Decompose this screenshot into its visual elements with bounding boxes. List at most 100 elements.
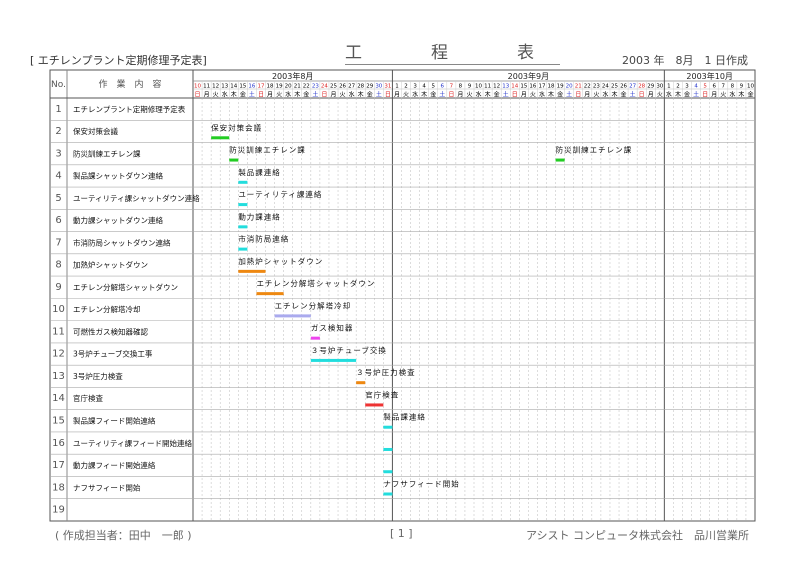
bar-label: 加熱炉シャットダウン (238, 256, 323, 266)
weekday-label: 日 (258, 92, 264, 99)
day-number: 22 (584, 84, 591, 90)
weekday-label: 火 (340, 92, 346, 99)
weekday-label: 土 (693, 91, 699, 99)
task-name: 市消防局シャットダウン連絡 (73, 237, 171, 247)
schedule-bar (238, 247, 248, 251)
schedule-grid: No. 作 業 内 容2003年8月 2003年9月 2003年10月10日11月12… (49, 69, 756, 522)
row-number: 7 (55, 237, 61, 248)
day-number: 15 (239, 84, 246, 90)
bar-label: 官庁検査 (365, 389, 399, 399)
day-number: 19 (557, 84, 564, 90)
day-number: 19 (276, 84, 283, 90)
day-number: 24 (602, 84, 609, 90)
bar-label: エチレン分解塔冷却 (275, 300, 352, 310)
weekday-label: 金 (240, 91, 246, 99)
schedule-bar (238, 203, 248, 207)
weekday-label: 金 (430, 91, 436, 99)
day-number: 3 (685, 84, 689, 90)
day-number: 18 (548, 84, 555, 90)
weekday-label: 水 (349, 91, 355, 99)
task-name: ユーティリティ課シャットダウン連絡 (73, 193, 200, 203)
weekday-label: 水 (222, 91, 228, 99)
weekday-label: 日 (448, 92, 454, 99)
weekday-label: 月 (267, 92, 273, 99)
weekday-label: 水 (666, 91, 672, 99)
task-name: 可燃性ガス検知器確認 (73, 326, 148, 336)
schedule-bar (274, 314, 311, 318)
day-number: 13 (221, 84, 228, 90)
day-number: 17 (538, 84, 545, 90)
weekday-label: 木 (421, 91, 427, 99)
row-number: 10 (52, 304, 65, 315)
day-number: 18 (267, 84, 274, 90)
day-number: 16 (529, 84, 536, 90)
bar-label: 動力課連絡 (238, 211, 280, 221)
day-number: 27 (629, 84, 636, 90)
task-name: 製品課シャットダウン連絡 (73, 171, 163, 181)
weekday-label: 土 (503, 91, 509, 99)
task-name: 動力課シャットダウン連絡 (73, 215, 163, 225)
weekday-label: 水 (539, 91, 545, 99)
day-number: 17 (257, 84, 264, 90)
weekday-label: 火 (593, 92, 599, 99)
schedule-bar (256, 292, 284, 296)
weekday-label: 土 (439, 91, 445, 99)
bar-label: 製品課連絡 (383, 412, 426, 422)
task-name: 防災訓練エチレン課 (73, 148, 141, 158)
weekday-label: 土 (376, 91, 382, 99)
day-number: 10 (475, 84, 482, 90)
row-number: 8 (55, 260, 61, 271)
schedule-bar (238, 269, 266, 273)
weekday-label: 金 (684, 91, 690, 99)
task-name: 官庁検査 (73, 393, 103, 403)
day-number: 6 (712, 84, 716, 90)
weekday-label: 水 (602, 91, 608, 99)
day-number: 23 (312, 84, 319, 90)
row-number: 4 (55, 171, 61, 182)
weekday-label: 月 (521, 92, 527, 99)
weekday-label: 火 (403, 92, 409, 99)
weekday-label: 木 (485, 91, 491, 99)
schedule-bar (238, 225, 248, 229)
row-number: 5 (55, 193, 61, 204)
weekday-label: 土 (312, 91, 318, 99)
row-number: 2 (55, 126, 61, 137)
day-number: 1 (667, 84, 671, 90)
schedule-bar (356, 381, 366, 385)
schedule-bar (383, 492, 393, 496)
schedule-bar (310, 358, 357, 362)
task-name: ナフサフィード開始 (73, 482, 141, 492)
row-number: 6 (55, 215, 61, 226)
row-number: 16 (52, 438, 65, 449)
month-label: 2003年8月 (272, 71, 313, 81)
schedule-bar (310, 336, 320, 340)
day-number: 12 (212, 84, 219, 90)
weekday-label: 火 (720, 92, 726, 99)
row-number: 11 (52, 326, 65, 337)
weekday-label: 月 (584, 92, 590, 99)
day-number: 22 (303, 84, 310, 90)
content-column-header: 作 業 内 容 (98, 78, 161, 90)
task-name: エチレン分解塔冷却 (73, 304, 141, 314)
bar-label: 保安対策会議 (211, 122, 262, 132)
footer-company: アシスト コンピュータ株式会社 品川営業所 (526, 529, 750, 542)
day-number: 16 (248, 84, 255, 90)
day-number: 31 (384, 84, 391, 90)
day-number: 21 (294, 84, 301, 90)
day-number: 8 (731, 84, 735, 90)
weekday-label: 水 (285, 91, 291, 99)
weekday-label: 金 (747, 91, 753, 99)
row-number: 13 (52, 371, 65, 382)
weekday-label: 木 (231, 91, 237, 99)
day-number: 30 (375, 84, 382, 90)
task-name: 保安対策会議 (73, 126, 118, 136)
day-number: 14 (511, 84, 518, 90)
day-number: 10 (747, 84, 754, 90)
day-number: 1 (395, 84, 399, 90)
day-number: 27 (348, 84, 355, 90)
day-number: 10 (194, 84, 201, 90)
day-number: 20 (566, 84, 573, 90)
day-number: 9 (740, 84, 744, 90)
weekday-label: 土 (249, 91, 255, 99)
bar-label: 市消防局連絡 (238, 234, 289, 244)
